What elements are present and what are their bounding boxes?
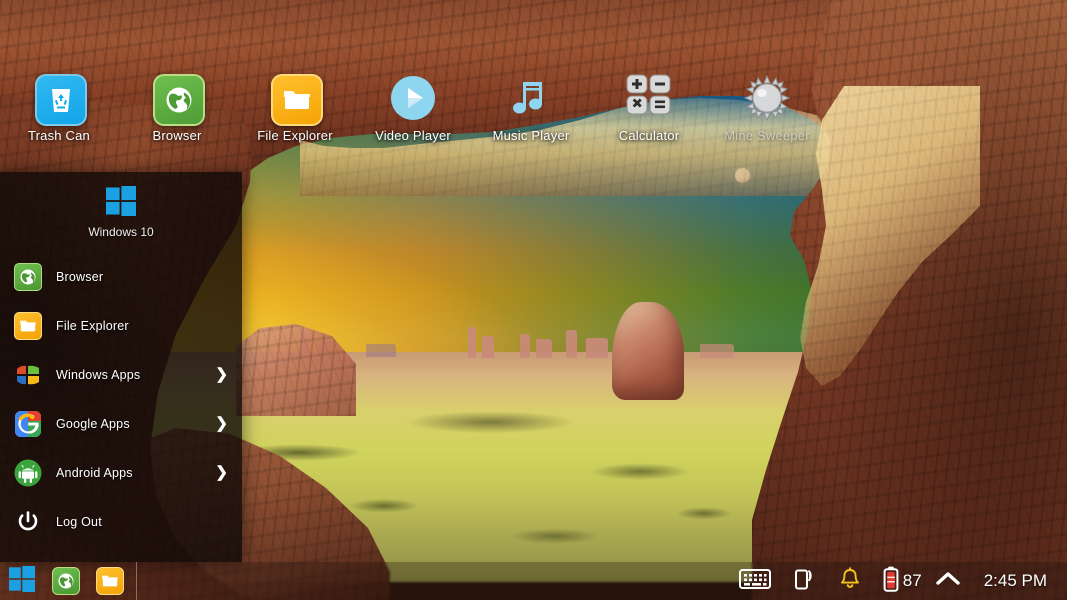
desktop-icon-browser[interactable]: Browser — [118, 74, 236, 160]
android-robot-icon — [14, 459, 42, 487]
calculator-icon — [625, 74, 673, 122]
taskbar[interactable]: 87 2:45 PM — [0, 562, 1067, 600]
wallpaper-butte — [468, 327, 476, 358]
chevron-right-icon[interactable]: ❯ — [215, 416, 228, 431]
start-menu-item-label: Google Apps — [56, 416, 130, 431]
start-menu-item-label: Android Apps — [56, 465, 133, 480]
desktop-icon-label: File Explorer — [257, 128, 333, 143]
browser-globe-icon — [14, 262, 42, 291]
desktop-icon-label: Calculator — [618, 128, 680, 143]
desktop-icon-label: Video Player — [375, 128, 451, 143]
chevron-right-icon[interactable]: ❯ — [215, 465, 228, 480]
taskbar-divider — [136, 562, 137, 600]
google-g-icon — [14, 410, 42, 438]
mine-icon — [743, 74, 791, 122]
desktop-icon-label: Browser — [152, 128, 202, 143]
wallpaper-butte — [482, 336, 494, 358]
start-menu-item-browser[interactable]: Browser — [0, 252, 242, 301]
windows-logo-icon — [9, 565, 35, 597]
start-menu-item-label: File Explorer — [56, 318, 129, 333]
system-tray: 87 2:45 PM — [728, 562, 1067, 600]
wallpaper-butte — [700, 344, 734, 358]
desktop-icon-video-player[interactable]: Video Player — [354, 74, 472, 160]
wallpaper-rock-pillar — [612, 302, 684, 400]
tray-notifications-button[interactable] — [828, 562, 872, 600]
taskbar-item-file-explorer[interactable] — [88, 562, 132, 600]
desktop-icon-music-player[interactable]: Music Player — [472, 74, 590, 160]
wallpaper-butte — [520, 334, 530, 358]
windows-classic-icon — [14, 361, 42, 389]
start-menu-item-windows-apps[interactable]: Windows Apps ❯ — [0, 350, 242, 399]
wallpaper-moon — [735, 168, 750, 183]
desktop-icon-label: Music Player — [492, 128, 570, 143]
browser-globe-icon — [52, 567, 80, 595]
folder-icon — [271, 74, 323, 126]
tray-keyboard-button[interactable] — [728, 562, 782, 600]
folder-icon — [96, 567, 124, 595]
wallpaper-butte — [566, 330, 577, 358]
tray-mobile-signal-button[interactable] — [782, 562, 828, 600]
start-menu-header: Windows 10 — [0, 172, 242, 252]
windows-logo-icon — [106, 185, 136, 216]
show-hidden-icons-button[interactable] — [924, 562, 972, 600]
clock[interactable]: 2:45 PM — [972, 571, 1055, 591]
taskbar-left-group — [0, 562, 137, 600]
play-circle-icon — [389, 74, 437, 122]
start-menu-item-label: Log Out — [56, 514, 102, 529]
music-note-icon — [507, 74, 555, 122]
wallpaper-butte — [536, 339, 552, 358]
taskbar-item-browser[interactable] — [44, 562, 88, 600]
start-menu-item-log-out[interactable]: Log Out — [0, 497, 242, 546]
start-menu-item-label: Browser — [56, 269, 104, 284]
folder-icon — [14, 311, 42, 340]
desktop-icon-mine-sweeper[interactable]: Mine Sweeper — [708, 74, 826, 160]
desktop-icon-trash-can[interactable]: Trash Can — [0, 74, 118, 160]
power-icon — [14, 508, 42, 536]
battery-percent-label: 87 — [902, 571, 922, 590]
desktop-icon-label: Trash Can — [27, 128, 90, 143]
start-menu-item-label: Windows Apps — [56, 367, 141, 382]
wallpaper-butte — [586, 338, 608, 358]
start-menu[interactable]: Windows 10 Browser File Explorer Windows… — [0, 172, 242, 562]
start-menu-title: Windows 10 — [88, 224, 154, 239]
bell-icon — [839, 566, 861, 596]
desktop-icon-file-explorer[interactable]: File Explorer — [236, 74, 354, 160]
tray-battery-button[interactable]: 87 — [872, 562, 924, 600]
mobile-signal-icon — [793, 567, 817, 596]
trash-can-icon — [35, 74, 87, 126]
battery-icon — [883, 566, 899, 597]
start-menu-item-file-explorer[interactable]: File Explorer — [0, 301, 242, 350]
chevron-right-icon[interactable]: ❯ — [215, 367, 228, 382]
desktop-icon-calculator[interactable]: Calculator — [590, 74, 708, 160]
desktop-icon-grid: Trash Can Browser File Explorer Video Pl… — [0, 74, 1067, 160]
chevron-up-icon — [935, 570, 961, 593]
browser-globe-icon — [153, 74, 205, 126]
desktop[interactable]: Trash Can Browser File Explorer Video Pl… — [0, 0, 1067, 600]
start-menu-item-google-apps[interactable]: Google Apps ❯ — [0, 399, 242, 448]
desktop-icon-label: Mine Sweeper — [724, 128, 810, 143]
start-button[interactable] — [0, 562, 44, 600]
keyboard-icon — [738, 568, 771, 595]
start-menu-item-android-apps[interactable]: Android Apps ❯ — [0, 448, 242, 497]
wallpaper-butte — [366, 344, 396, 357]
